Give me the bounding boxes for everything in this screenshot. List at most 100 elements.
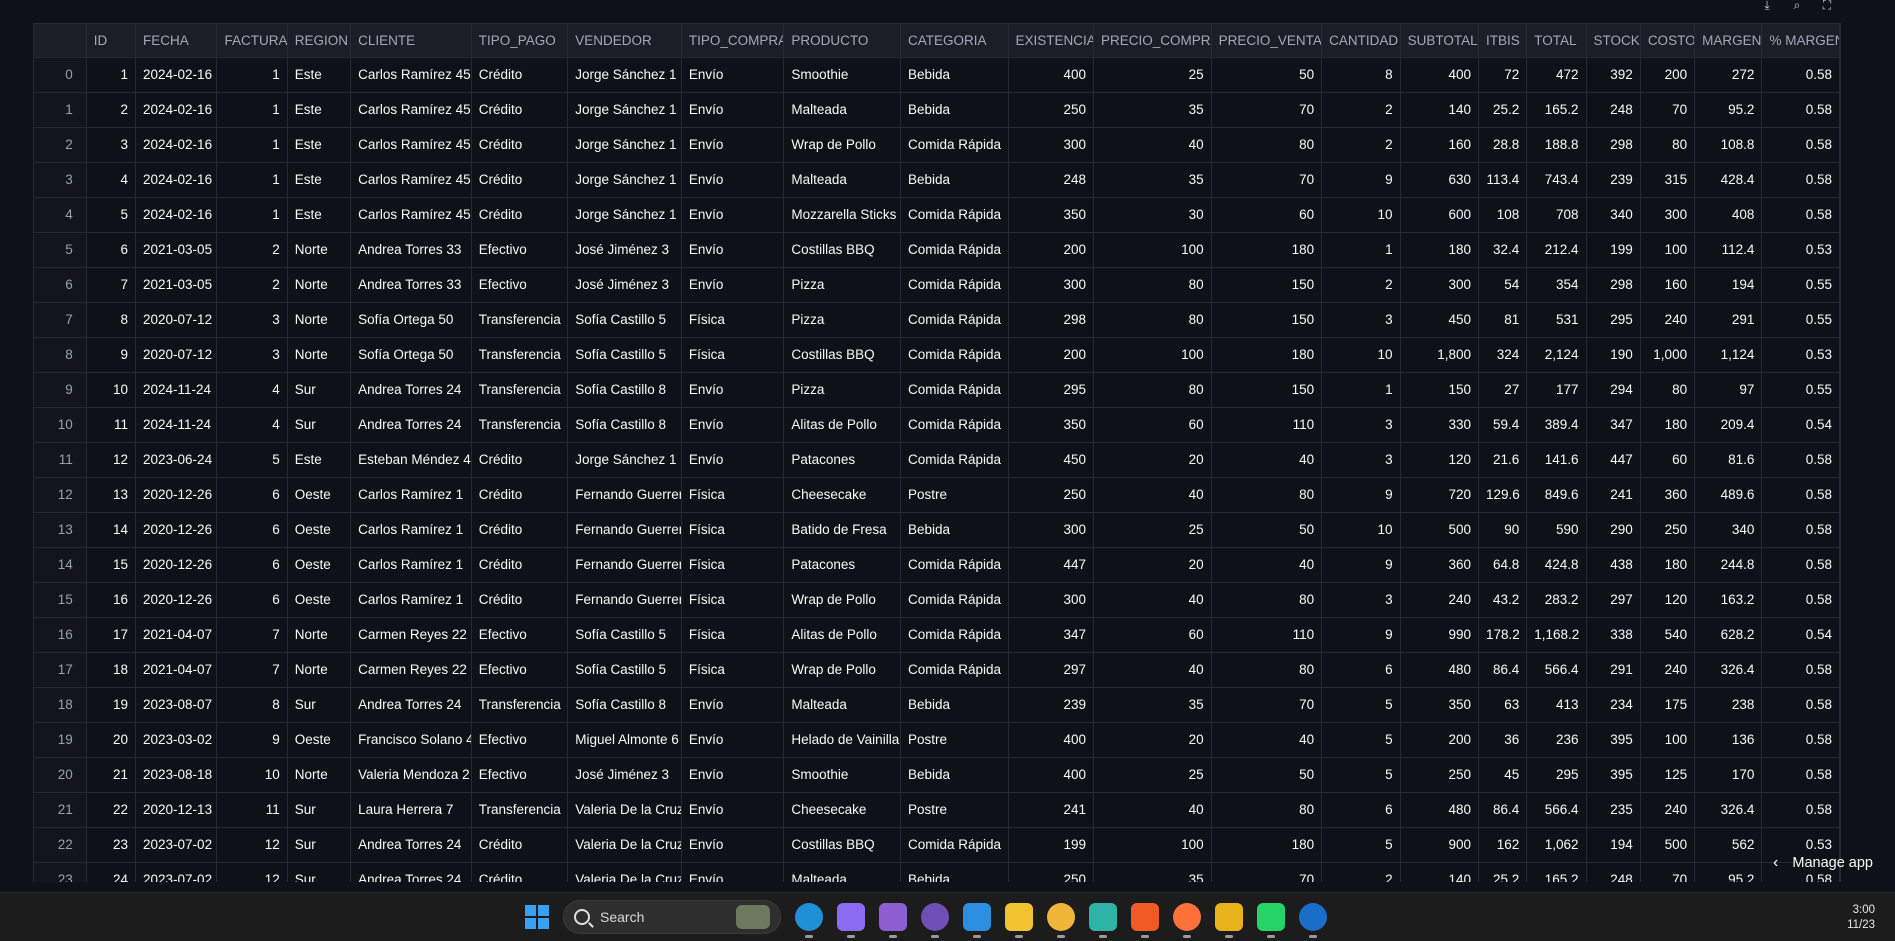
column-header[interactable]: STOCK — [1586, 24, 1641, 58]
table-cell[interactable]: Sofía Castillo 5 — [567, 617, 682, 653]
table-cell[interactable]: José Jiménez 3 — [567, 267, 682, 303]
table-row[interactable]: 9 10 2024-11-24 4 Sur Andrea Torres 24 Transfe… — [34, 372, 1840, 408]
table-cell[interactable]: 6 — [216, 477, 288, 513]
table-cell[interactable]: 80 — [1093, 302, 1212, 338]
table-cell[interactable]: 25.2 — [1478, 862, 1528, 882]
table-cell[interactable]: 9 — [1321, 617, 1401, 653]
table-cell[interactable]: Efectivo — [471, 722, 569, 758]
table-cell[interactable]: 250 — [1008, 92, 1094, 128]
table-cell[interactable]: 250 — [1400, 757, 1479, 793]
table-cell[interactable]: 136 — [1694, 722, 1763, 758]
table-cell[interactable]: 500 — [1640, 827, 1696, 863]
outlook-icon[interactable] — [1299, 903, 1327, 938]
table-cell[interactable]: Crédito — [471, 127, 569, 163]
table-cell[interactable]: Bebida — [900, 57, 1009, 93]
table-cell[interactable]: 5 — [1321, 722, 1401, 758]
table-cell[interactable]: 0.55 — [1761, 372, 1840, 408]
table-cell[interactable]: Costillas BBQ — [783, 337, 901, 373]
column-header[interactable]: ITBIS — [1478, 24, 1528, 58]
table-cell[interactable]: 2021-04-07 — [135, 617, 218, 653]
table-cell[interactable]: Sofía Castillo 5 — [567, 337, 682, 373]
table-cell[interactable]: 45 — [1478, 757, 1528, 793]
table-cell[interactable]: 165.2 — [1526, 862, 1587, 882]
file-explorer-icon[interactable] — [1047, 903, 1075, 938]
column-header[interactable]: PRECIO_COMPRA — [1093, 24, 1212, 58]
table-cell[interactable]: 1 — [216, 127, 288, 163]
table-cell[interactable]: 0.53 — [1761, 232, 1840, 268]
table-cell[interactable]: 743.4 — [1526, 162, 1587, 198]
table-cell[interactable]: 60 — [1211, 197, 1323, 233]
table-cell[interactable]: 2024-11-24 — [135, 407, 218, 443]
table-cell[interactable]: Crédito — [471, 582, 569, 618]
table-cell[interactable]: 0.58 — [1761, 162, 1840, 198]
table-row[interactable]: 13 14 2020-12-26 6 Oeste Carlos Ramírez 1 Créd… — [34, 512, 1840, 548]
table-cell[interactable]: 25 — [1093, 757, 1212, 793]
table-cell[interactable]: 0.58 — [1761, 547, 1840, 583]
table-cell[interactable]: 100 — [1093, 232, 1212, 268]
column-header[interactable]: COSTO — [1640, 24, 1696, 58]
table-cell[interactable]: 60 — [1093, 617, 1212, 653]
table-cell[interactable]: Sofía Castillo 8 — [567, 407, 682, 443]
table-cell[interactable]: 0.55 — [1761, 267, 1840, 303]
table-cell[interactable]: 212.4 — [1526, 232, 1587, 268]
table-cell[interactable]: 150 — [1211, 267, 1323, 303]
table-cell[interactable]: 35 — [1093, 162, 1212, 198]
table-cell[interactable]: 20 — [1093, 547, 1212, 583]
table-cell[interactable]: Envío — [681, 162, 785, 198]
table-cell[interactable]: Jorge Sánchez 1 — [567, 127, 682, 163]
column-header[interactable]: CANTIDAD — [1321, 24, 1401, 58]
table-row[interactable]: 7 8 2020-07-12 3 Norte Sofía Ortega 50 Transfe… — [34, 302, 1840, 338]
table-cell[interactable]: 108 — [1478, 197, 1528, 233]
table-cell[interactable]: 295 — [1586, 302, 1641, 338]
table-cell[interactable]: Física — [681, 477, 785, 513]
table-cell[interactable]: 3 — [1321, 407, 1401, 443]
table-row[interactable]: 4 5 2024-02-16 1 Este Carlos Ramírez 45 Crédit… — [34, 197, 1840, 233]
table-cell[interactable]: 9 — [1321, 477, 1401, 513]
table-cell[interactable]: 80 — [1211, 792, 1323, 828]
table-cell[interactable]: 236 — [1526, 722, 1587, 758]
table-cell[interactable]: 80 — [1640, 127, 1696, 163]
table-cell[interactable]: 40 — [1211, 547, 1323, 583]
table-cell[interactable]: 1 — [1321, 232, 1401, 268]
table-cell[interactable]: 70 — [1211, 162, 1323, 198]
table-cell[interactable]: 10 — [1321, 337, 1401, 373]
table-cell[interactable]: 10 — [86, 372, 137, 408]
table-cell[interactable]: 900 — [1400, 827, 1479, 863]
column-header[interactable]: SUBTOTAL — [1400, 24, 1479, 58]
table-cell[interactable]: 250 — [1008, 477, 1094, 513]
table-cell[interactable]: 3 — [1321, 582, 1401, 618]
table-cell[interactable]: 291 — [1586, 652, 1641, 688]
table-cell[interactable]: 2021-03-05 — [135, 267, 218, 303]
table-cell[interactable]: 60 — [1093, 407, 1212, 443]
table-cell[interactable]: Postre — [900, 477, 1009, 513]
table-cell[interactable]: 350 — [1008, 197, 1094, 233]
table-cell[interactable]: Envío — [681, 757, 785, 793]
column-header[interactable]: % MARGEN — [1761, 24, 1840, 58]
table-cell[interactable]: 3 — [1321, 302, 1401, 338]
table-cell[interactable]: 1,800 — [1400, 337, 1479, 373]
table-cell[interactable]: 300 — [1400, 267, 1479, 303]
table-cell[interactable]: 177 — [1526, 372, 1587, 408]
table-cell[interactable]: 80 — [1211, 582, 1323, 618]
table-cell[interactable]: 248 — [1586, 92, 1641, 128]
table-cell[interactable]: 290 — [1586, 512, 1641, 548]
table-cell[interactable]: Norte — [287, 652, 352, 688]
table-cell[interactable]: 300 — [1008, 582, 1094, 618]
table-row[interactable]: 10 11 2024-11-24 4 Sur Andrea Torres 24 Transf… — [34, 407, 1840, 443]
table-cell[interactable]: Sur — [287, 372, 352, 408]
table-cell[interactable]: 150 — [1211, 372, 1323, 408]
table-cell[interactable]: 413 — [1526, 687, 1587, 723]
table-cell[interactable]: 1 — [216, 57, 288, 93]
table-cell[interactable]: Alitas de Pollo — [783, 407, 901, 443]
table-cell[interactable]: 1,000 — [1640, 337, 1696, 373]
table-cell[interactable]: 100 — [1093, 337, 1212, 373]
table-cell[interactable]: 81.6 — [1694, 442, 1763, 478]
table-cell[interactable]: Andrea Torres 24 — [350, 827, 472, 863]
table-cell[interactable]: 326.4 — [1694, 652, 1763, 688]
table-cell[interactable]: 447 — [1008, 547, 1094, 583]
table-cell[interactable]: 2024-02-16 — [135, 127, 218, 163]
table-cell[interactable]: Carmen Reyes 22 — [350, 652, 472, 688]
table-cell[interactable]: 6 — [216, 547, 288, 583]
table-cell[interactable]: Sofía Castillo 8 — [567, 687, 682, 723]
table-cell[interactable]: Andrea Torres 33 — [350, 232, 472, 268]
